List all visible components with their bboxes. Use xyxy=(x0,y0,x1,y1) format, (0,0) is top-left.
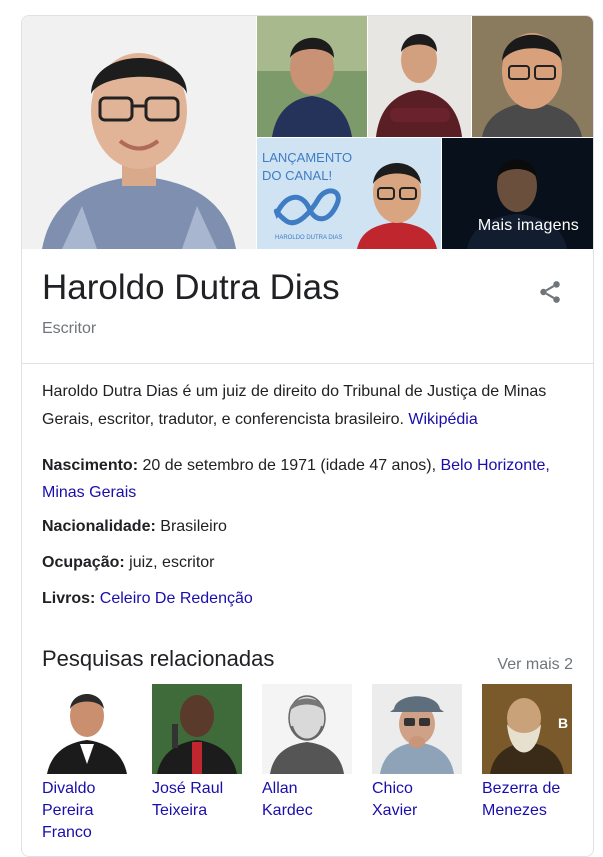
related-thumb-allan-kardec[interactable] xyxy=(262,684,352,774)
share-icon[interactable] xyxy=(537,279,563,305)
gallery-image-closeup[interactable] xyxy=(472,16,593,137)
birth-value: 20 de setembro de 1971 (idade 47 anos), xyxy=(142,457,437,474)
related-searches-title: Pesquisas relacionadas xyxy=(42,646,275,671)
wikipedia-link[interactable]: Wikipédia xyxy=(408,411,477,428)
entity-header: Haroldo Dutra Dias Escritor xyxy=(22,251,593,364)
related-item-divaldo[interactable]: Divaldo Pereira Franco xyxy=(42,684,132,844)
fact-birth: Nascimento: 20 de setembro de 1971 (idad… xyxy=(42,452,572,506)
nationality-label: Nacionalidade: xyxy=(42,518,156,535)
fact-occupation: Ocupação: juiz, escritor xyxy=(42,549,572,576)
related-name-bezerra[interactable]: Bezerra de Menezes xyxy=(482,778,572,822)
banner-text-line2: DO CANAL! xyxy=(262,168,332,183)
entity-subtitle: Escritor xyxy=(42,320,97,337)
related-name-allan-kardec[interactable]: Allan Kardec xyxy=(262,778,352,822)
birth-label: Nascimento: xyxy=(42,457,139,474)
gallery-image-outdoor[interactable] xyxy=(257,16,367,137)
gallery-image-channel-banner[interactable]: LANÇAMENTO DO CANAL! HAROLDO DUTRA DIAS xyxy=(257,138,441,249)
related-thumb-chico-xavier[interactable] xyxy=(372,684,462,774)
nationality-value: Brasileiro xyxy=(160,518,227,535)
related-name-chico-xavier[interactable]: Chico Xavier xyxy=(372,778,462,822)
fact-nationality: Nacionalidade: Brasileiro xyxy=(42,513,572,540)
related-name-jose-raul[interactable]: José Raul Teixeira xyxy=(152,778,242,822)
fact-books: Livros: Celeiro De Redenção xyxy=(42,585,572,612)
related-thumb-divaldo[interactable] xyxy=(42,684,132,774)
more-images-label: Mais imagens xyxy=(477,217,579,234)
knowledge-panel: LANÇAMENTO DO CANAL! HAROLDO DUTRA DIAS … xyxy=(21,15,594,857)
books-link[interactable]: Celeiro De Redenção xyxy=(100,590,253,607)
entity-description: Haroldo Dutra Dias é um juiz de direito … xyxy=(42,378,582,434)
related-more-link[interactable]: Ver mais 2 xyxy=(497,656,573,674)
more-images-tile[interactable]: Mais imagens xyxy=(442,138,593,249)
entity-title: Haroldo Dutra Dias xyxy=(42,268,340,307)
books-label: Livros: xyxy=(42,590,96,607)
related-item-allan-kardec[interactable]: Allan Kardec xyxy=(262,684,352,822)
gallery-image-arms-crossed[interactable] xyxy=(368,16,471,137)
banner-small-text: HAROLDO DUTRA DIAS xyxy=(275,235,342,241)
occupation-label: Ocupação: xyxy=(42,554,125,571)
banner-text-line1: LANÇAMENTO xyxy=(262,150,352,165)
related-item-jose-raul[interactable]: José Raul Teixeira xyxy=(152,684,242,822)
related-item-bezerra[interactable]: B Bezerra de Menezes xyxy=(482,684,572,822)
related-name-divaldo[interactable]: Divaldo Pereira Franco xyxy=(42,778,132,844)
related-thumb-jose-raul[interactable] xyxy=(152,684,242,774)
main-portrait-image[interactable] xyxy=(22,16,256,249)
occupation-value: juiz, escritor xyxy=(129,554,215,571)
related-thumb-bezerra[interactable]: B xyxy=(482,684,572,774)
related-item-chico-xavier[interactable]: Chico Xavier xyxy=(372,684,462,822)
svg-text:B: B xyxy=(558,715,568,731)
